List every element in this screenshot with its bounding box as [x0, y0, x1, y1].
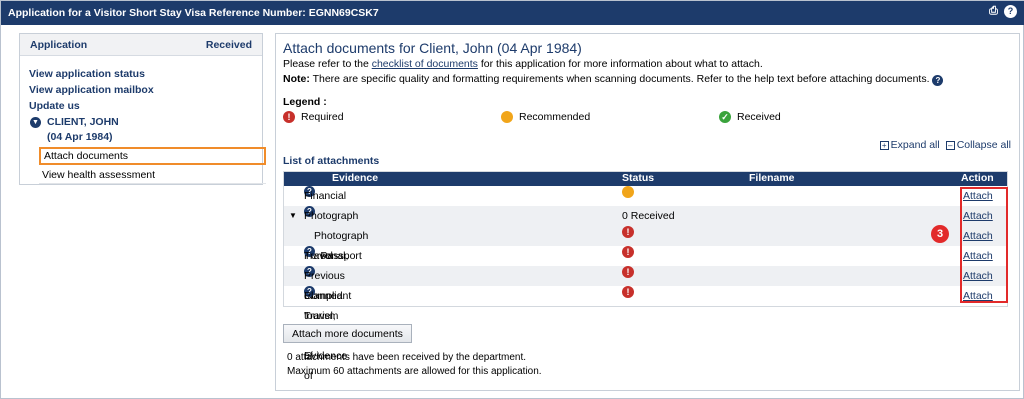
page-title: Attach documents for Client, John (04 Ap…: [283, 40, 582, 56]
legend-recommended: Recommended: [501, 111, 590, 123]
client-name: CLIENT, JOHN: [47, 116, 119, 128]
sidebar-item-attach-documents[interactable]: Attach documents: [39, 147, 266, 165]
refer-text: Please refer to the checklist of documen…: [283, 57, 1019, 71]
table-header: Evidence Status Filename Action: [284, 172, 1007, 186]
view-application-mailbox-link[interactable]: View application mailbox: [29, 82, 253, 98]
annotation-badge: 3: [931, 225, 949, 243]
recommended-icon: [501, 111, 513, 123]
sidebar-links: View application status View application…: [20, 56, 266, 184]
required-icon: !: [283, 111, 295, 123]
attach-column-highlight: [960, 187, 1008, 303]
main-panel: Attach documents for Client, John (04 Ap…: [275, 33, 1020, 391]
table-row: ?Planned tourism activities, Evidence of…: [284, 286, 1007, 382]
note-label: Note:: [283, 73, 310, 85]
expand-collapse-controls: + Expand all – Collapse all: [879, 139, 1011, 151]
attach-more-documents-button[interactable]: Attach more documents: [283, 324, 412, 343]
print-icon[interactable]: ⎙: [987, 5, 1000, 18]
legend-title: Legend :: [283, 96, 327, 108]
column-filename: Filename: [749, 172, 795, 184]
received-check-icon: ✓: [719, 111, 731, 123]
client-toggle[interactable]: ▼ CLIENT, JOHN: [29, 115, 253, 130]
chevron-down-icon: ▼: [30, 117, 41, 128]
refer-prefix: Please refer to the: [283, 58, 372, 70]
view-application-status-link[interactable]: View application status: [29, 66, 253, 82]
table-row: ?Travel Document ! Attach: [284, 246, 1007, 282]
legend-recommended-label: Recommended: [519, 111, 591, 123]
required-icon: !: [622, 246, 634, 258]
application-status-label: Received: [205, 38, 252, 51]
legend-required-label: Required: [301, 111, 344, 123]
legend-received: ✓ Received: [719, 111, 781, 123]
column-evidence: Evidence: [332, 172, 379, 184]
application-title: Application for a Visitor Short Stay Vis…: [8, 7, 379, 19]
expand-all-button[interactable]: + Expand all: [879, 139, 940, 151]
sidebar-header: Application Received: [20, 34, 262, 56]
collapse-triangle-icon[interactable]: ▼: [289, 206, 297, 226]
client-dob: (04 Apr 1984): [47, 131, 113, 143]
collapse-all-button[interactable]: – Collapse all: [945, 139, 1011, 151]
note-body: There are specific quality and formattin…: [309, 73, 930, 85]
attachments-received-text: 0 attachments have been received by the …: [287, 352, 527, 363]
table-row: ▼ ?Photograph - Passport 0 Received Atta…: [284, 206, 1007, 242]
collapse-all-label: Collapse all: [956, 139, 1011, 151]
column-action: Action: [961, 172, 994, 184]
table-row: ?Previous Compliant Travel, Evidence of …: [284, 266, 1007, 362]
attachments-table: Evidence Status Filename Action ? Financi…: [283, 171, 1008, 382]
title-bar-icons: ⎙ ?: [987, 5, 1017, 18]
list-of-attachments-title: List of attachments: [283, 155, 380, 167]
required-icon: !: [622, 286, 634, 298]
sidebar-header-label: Application: [30, 38, 88, 51]
recommended-icon: [622, 186, 634, 198]
attachment-summary: 0 attachments have been received by the …: [287, 351, 542, 379]
plus-box-icon: +: [879, 141, 889, 150]
refer-suffix: for this application for more informatio…: [477, 58, 763, 70]
note-help-icon[interactable]: ?: [932, 75, 944, 86]
legend: ! Required Recommended ✓ Received: [283, 111, 1019, 129]
column-status: Status: [622, 172, 655, 184]
note-text: Note: There are specific quality and for…: [283, 72, 1019, 86]
page-frame: Application for a Visitor Short Stay Vis…: [0, 0, 1024, 399]
legend-received-label: Received: [737, 111, 781, 123]
max-attachments-text: Maximum 60 attachments are allowed for t…: [287, 366, 542, 377]
legend-required: ! Required: [283, 111, 344, 123]
checklist-of-documents-link[interactable]: checklist of documents: [372, 58, 478, 70]
required-icon: !: [622, 226, 634, 238]
title-bar: Application for a Visitor Short Stay Vis…: [1, 1, 1024, 25]
table-row: Photograph - Passport ! Attach: [284, 226, 1007, 262]
minus-box-icon: –: [945, 141, 955, 150]
expand-all-label: Expand all: [890, 139, 940, 151]
sidebar: Application Received View application st…: [19, 33, 266, 185]
table-row: ?Financial Capacity - Personal, Evidence…: [284, 186, 1007, 302]
required-icon: !: [622, 266, 634, 278]
sidebar-item-view-health-assessment[interactable]: View health assessment: [39, 168, 266, 184]
update-us-link[interactable]: Update us: [29, 98, 253, 114]
status-text: 0 Received: [622, 210, 675, 222]
help-icon[interactable]: ?: [1004, 5, 1017, 18]
